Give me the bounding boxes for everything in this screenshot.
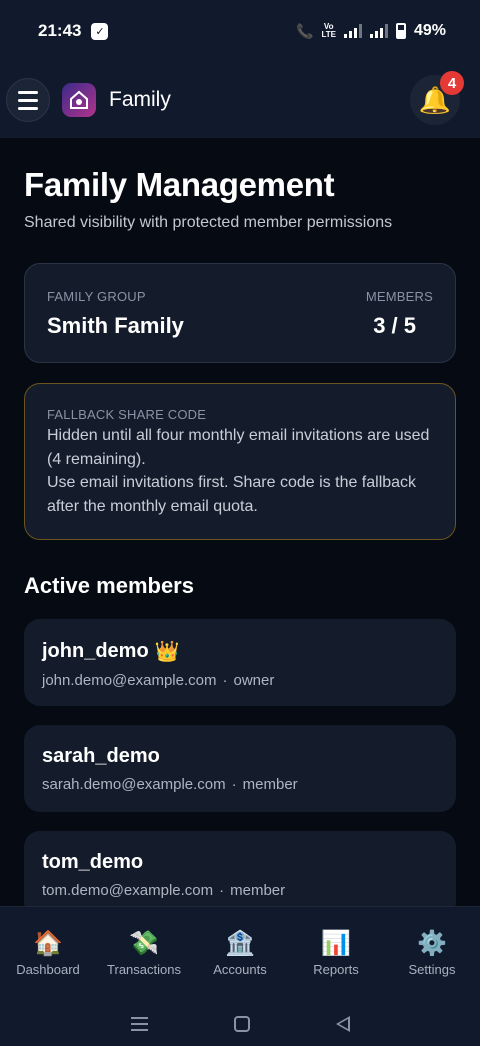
member-name: john_demo (42, 640, 149, 662)
member-role: member (230, 882, 286, 899)
member-name: tom_demo (42, 851, 144, 873)
notifications-button[interactable]: 🔔 4 (410, 71, 464, 125)
fallback-quota-text: Hidden until all four monthly email invi… (47, 427, 430, 468)
meta-separator: · (222, 672, 228, 689)
volte-icon: Vo LTE (321, 22, 336, 39)
bank-icon: 🏦 (225, 930, 255, 957)
status-right: 📞 Vo LTE 49% (296, 22, 446, 40)
member-meta: tom.demo@example.com · member (42, 882, 438, 899)
member-name-row: sarah_demo (42, 745, 438, 768)
member-role: owner (233, 672, 275, 689)
notification-count-badge: 4 (440, 71, 464, 95)
back-icon[interactable] (335, 1016, 350, 1032)
menu-button[interactable] (6, 78, 50, 122)
members-count: 3 / 5 (373, 313, 416, 338)
meta-separator: · (219, 882, 225, 899)
nav-label: Dashboard (16, 962, 80, 977)
member-meta: john.demo@example.com · owner (42, 672, 438, 689)
signal-icon-1 (343, 24, 362, 38)
nav-label: Transactions (107, 962, 181, 977)
money-flying-icon: 💸 (129, 930, 159, 957)
member-card[interactable]: john_demo 👑 john.demo@example.com · owner (24, 619, 456, 706)
nav-label: Reports (313, 962, 359, 977)
home-icon[interactable] (233, 1016, 250, 1032)
bottom-nav: 🏠 Dashboard 💸 Transactions 🏦 Accounts 📊 … (0, 906, 480, 1046)
battery-percent: 49% (413, 22, 446, 39)
recent-apps-icon[interactable] (130, 1017, 148, 1031)
fallback-share-code-label: FALLBACK SHARE CODE (47, 407, 207, 422)
nav-item-settings[interactable]: ⚙️ Settings (384, 929, 480, 977)
status-left: 21:43 ✓ (38, 21, 109, 41)
member-name: sarah_demo (42, 745, 160, 767)
menu-icon-bar (18, 90, 38, 94)
app-logo-icon (62, 83, 96, 117)
member-email: sarah.demo@example.com (42, 776, 226, 793)
nav-item-transactions[interactable]: 💸 Transactions (96, 929, 192, 977)
fallback-instruction-text: Use email invitations first. Share code … (47, 474, 417, 515)
page-title: Family Management (24, 166, 335, 203)
active-members-title: Active members (24, 573, 194, 598)
nav-label: Accounts (213, 962, 267, 977)
status-time: 21:43 (38, 21, 82, 40)
app-header: Family 🔔 4 (0, 62, 480, 138)
signal-icon-2 (369, 24, 388, 38)
notification-app-icon: ✓ (91, 22, 109, 40)
system-nav-bar (0, 1016, 480, 1032)
member-name-row: tom_demo (42, 851, 438, 874)
gear-icon: ⚙️ (417, 930, 447, 957)
member-card[interactable]: tom_demo tom.demo@example.com · member (24, 831, 456, 918)
member-meta: sarah.demo@example.com · member (42, 776, 438, 793)
member-role: member (242, 776, 298, 793)
house-icon: 🏠 (33, 930, 63, 957)
fallback-share-code-card: FALLBACK SHARE CODE Hidden until all fou… (24, 383, 456, 540)
crown-icon: 👑 (154, 641, 180, 663)
nav-item-dashboard[interactable]: 🏠 Dashboard (0, 929, 96, 977)
bottom-nav-items: 🏠 Dashboard 💸 Transactions 🏦 Accounts 📊 … (0, 907, 480, 977)
page-subtitle: Shared visibility with protected member … (24, 214, 393, 231)
member-card[interactable]: sarah_demo sarah.demo@example.com · member (24, 725, 456, 812)
nav-item-accounts[interactable]: 🏦 Accounts (192, 929, 288, 977)
meta-separator: · (231, 776, 237, 793)
family-group-card: FAMILY GROUP Smith Family MEMBERS 3 / 5 (24, 263, 456, 363)
menu-icon-bar (18, 98, 38, 102)
app-title: Family (109, 88, 171, 111)
nav-label: Settings (408, 962, 456, 977)
nav-item-reports[interactable]: 📊 Reports (288, 929, 384, 977)
member-name-row: john_demo 👑 (42, 639, 438, 664)
members-count-block: MEMBERS 3 / 5 (366, 289, 433, 339)
wifi-call-icon: 📞 (296, 22, 314, 39)
members-label: MEMBERS (365, 289, 433, 304)
member-email: tom.demo@example.com (42, 882, 214, 899)
battery-icon (395, 23, 406, 39)
menu-icon-bar (18, 106, 38, 110)
status-bar: 21:43 ✓ 📞 Vo LTE 49% (0, 0, 480, 62)
member-email: john.demo@example.com (42, 672, 217, 689)
bar-chart-icon: 📊 (321, 930, 351, 957)
